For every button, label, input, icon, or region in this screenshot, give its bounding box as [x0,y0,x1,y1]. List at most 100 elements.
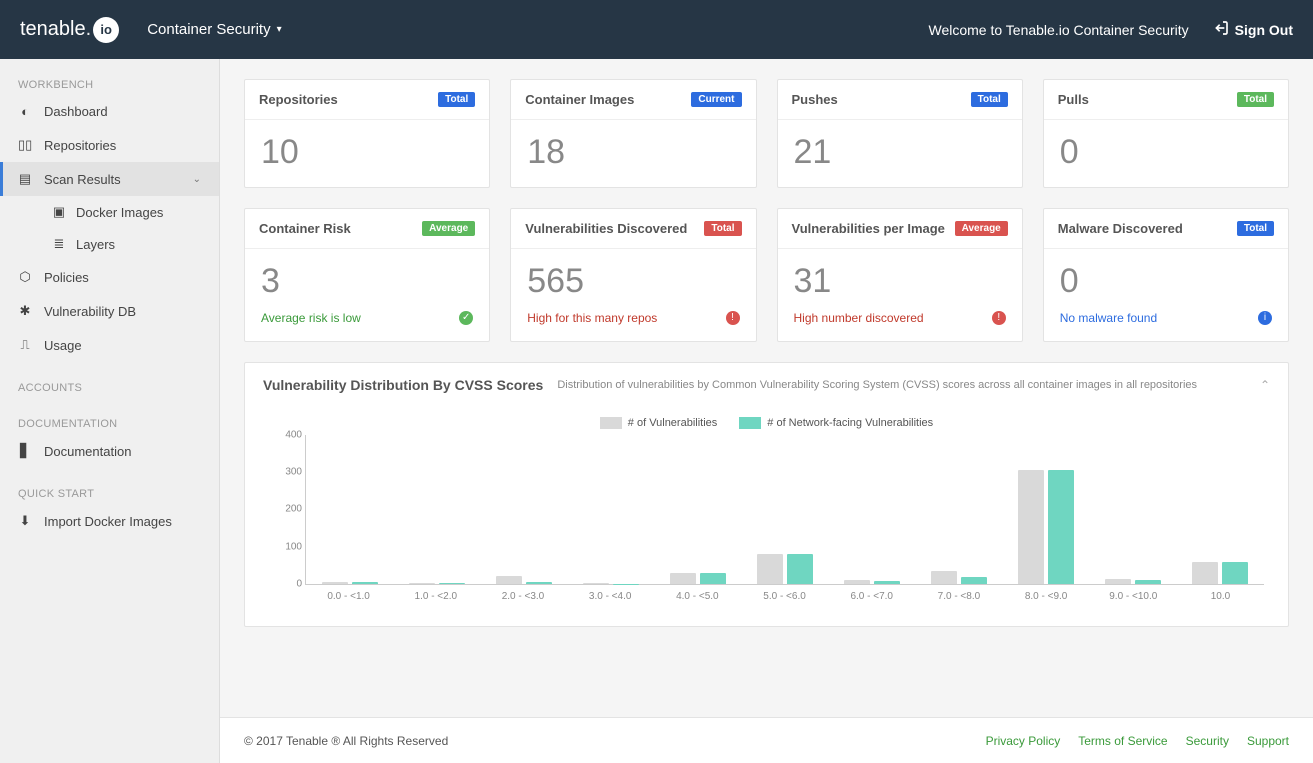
sidebar-item-label: Repositories [44,138,116,153]
sidebar-item-dashboard[interactable]: ◐ Dashboard [0,95,219,128]
collapse-button[interactable]: ⌃ [1260,378,1270,392]
info-icon: i [1258,311,1272,325]
top-bar: tenable.io Container Security ▾ Welcome … [0,0,1313,59]
brand-logo[interactable]: tenable.io [20,17,119,43]
badge: Total [704,221,741,236]
check-icon: ✓ [459,311,473,325]
card-value: 31 [794,263,1006,300]
chart-legend: # of Vulnerabilities # of Network-facing… [269,417,1264,429]
card-value: 565 [527,263,739,300]
footer: © 2017 Tenable ® All Rights Reserved Pri… [220,717,1313,763]
sidebar-section-workbench: WORKBENCH [0,73,219,95]
bar-series-a [757,554,783,584]
sidebar-sub-docker-images[interactable]: ▣ Docker Images [0,196,219,228]
y-tick-label: 100 [272,541,302,552]
chart-bucket [567,435,654,584]
chart-bucket [393,435,480,584]
bar-series-a [844,580,870,584]
bar-series-b [1135,580,1161,584]
sidebar-section-quickstart: QUICK START [0,482,219,504]
card-title: Container Images [525,92,634,107]
sidebar-item-label: Scan Results [44,172,121,187]
chart-bucket [1090,435,1177,584]
bar-series-a [670,573,696,584]
product-switcher[interactable]: Container Security ▾ [147,21,281,38]
card-value: 18 [527,134,739,171]
card-vulns-discovered: Vulnerabilities Discovered Total 565 High… [510,208,756,341]
card-note: Average risk is low [261,311,361,325]
shield-icon: ⬡ [18,269,32,285]
x-tick-label: 6.0 - <7.0 [828,585,915,602]
chart-bucket [1177,435,1264,584]
download-icon: ⬇ [18,513,32,529]
sidebar-sub-label: Docker Images [76,205,163,220]
bar-series-a [1105,579,1131,583]
card-note: High for this many repos [527,311,657,325]
bar-series-a [496,576,522,584]
sidebar-sub-layers[interactable]: ≣ Layers [0,228,219,260]
sidebar-item-label: Usage [44,338,82,353]
bar-series-a [583,583,609,584]
footer-link-privacy[interactable]: Privacy Policy [986,734,1061,748]
x-tick-label: 0.0 - <1.0 [305,585,392,602]
sidebar-sub-label: Layers [76,237,115,252]
gauge-icon: ◐ [18,104,32,119]
copyright: © 2017 Tenable ® All Rights Reserved [244,734,448,748]
sign-out-button[interactable]: Sign Out [1213,20,1293,39]
card-value: 0 [1060,134,1272,171]
sidebar-item-documentation[interactable]: ▋ Documentation [0,434,219,468]
panel-title: Vulnerability Distribution By CVSS Score… [263,377,543,393]
sidebar-item-label: Documentation [44,444,131,459]
sidebar-item-usage[interactable]: ⎍ Usage [0,328,219,362]
clipboard-icon: ▤ [18,171,32,187]
footer-link-tos[interactable]: Terms of Service [1078,734,1167,748]
card-pulls: PullsTotal 0 [1043,79,1289,188]
layers-icon: ≣ [52,236,66,252]
badge: Total [438,92,475,107]
y-tick-label: 0 [272,578,302,589]
card-container-images: Container ImagesCurrent 18 [510,79,756,188]
card-note: High number discovered [794,311,924,325]
welcome-text: Welcome to Tenable.io Container Security [928,22,1188,38]
sidebar-item-scan-results[interactable]: ▤ Scan Results ⌄ [0,162,219,196]
repo-icon: ▯▯ [18,137,32,153]
footer-link-support[interactable]: Support [1247,734,1289,748]
sidebar-item-vuln-db[interactable]: ✱ Vulnerability DB [0,294,219,328]
x-tick-label: 4.0 - <5.0 [654,585,741,602]
card-note: No malware found [1060,311,1157,325]
legend-swatch-grey [600,417,622,429]
bar-series-b [352,582,378,583]
chart-bucket [1003,435,1090,584]
card-value: 0 [1060,263,1272,300]
book-icon: ▋ [18,443,32,459]
legend-label-a: # of Vulnerabilities [628,417,717,429]
bar-series-a [1192,562,1218,584]
sidebar: WORKBENCH ◐ Dashboard ▯▯ Repositories ▤ … [0,59,220,763]
chart-bucket [480,435,567,584]
sidebar-item-label: Dashboard [44,104,108,119]
bar-series-b [526,582,552,584]
panel-subtitle: Distribution of vulnerabilities by Commo… [557,379,1246,391]
badge: Total [971,92,1008,107]
sidebar-section-accounts: ACCOUNTS [0,376,219,398]
chart-panel: Vulnerability Distribution By CVSS Score… [244,362,1289,627]
card-container-risk: Container RiskAverage 3 Average risk is … [244,208,490,341]
sidebar-section-documentation: DOCUMENTATION [0,412,219,434]
card-title: Container Risk [259,221,351,236]
chart-bucket [654,435,741,584]
y-tick-label: 400 [272,429,302,440]
card-repositories: RepositoriesTotal 10 [244,79,490,188]
sidebar-item-import-docker[interactable]: ⬇ Import Docker Images [0,504,219,538]
x-tick-label: 8.0 - <9.0 [1003,585,1090,602]
pulse-icon: ⎍ [18,337,32,353]
sidebar-item-policies[interactable]: ⬡ Policies [0,260,219,294]
card-title: Malware Discovered [1058,221,1183,236]
badge: Total [1237,92,1274,107]
x-tick-label: 10.0 [1177,585,1264,602]
card-value: 3 [261,263,473,300]
product-name: Container Security [147,21,270,38]
x-tick-label: 5.0 - <6.0 [741,585,828,602]
sidebar-item-repositories[interactable]: ▯▯ Repositories [0,128,219,162]
footer-link-security[interactable]: Security [1186,734,1229,748]
card-title: Vulnerabilities Discovered [525,221,687,236]
